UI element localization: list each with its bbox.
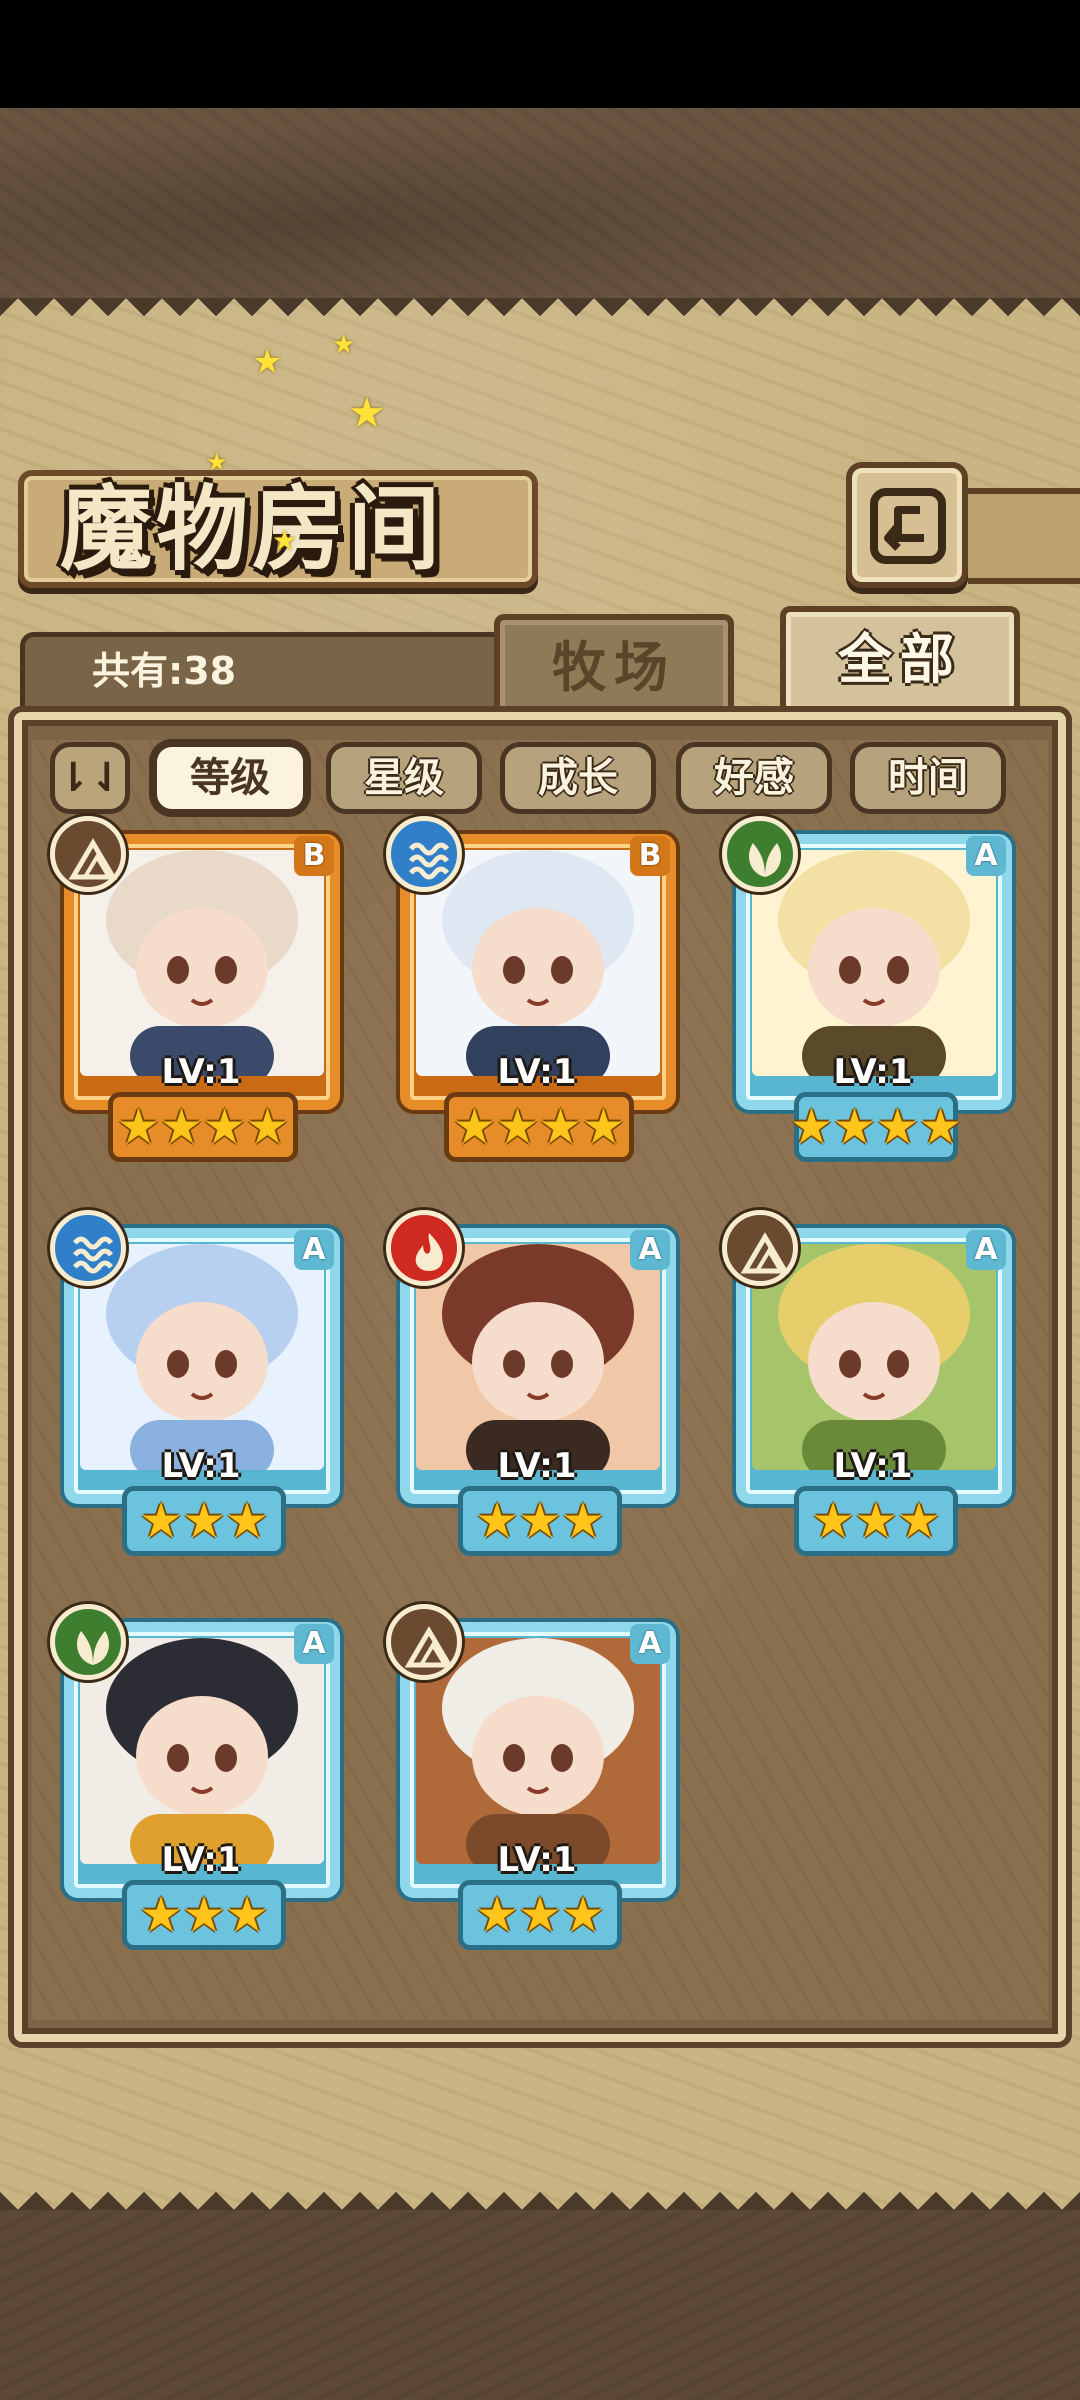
earth-element-icon [386, 1604, 462, 1680]
star-icon: ★ [832, 1099, 876, 1155]
star-icon: ★ [225, 1493, 269, 1549]
rank-badge: B [630, 836, 670, 876]
star-rating: ★ ★ ★ [458, 1880, 622, 1950]
star-rating: ★ ★ ★ [794, 1486, 958, 1556]
star-rating: ★ ★ ★ ★ [108, 1092, 298, 1162]
earth-element-icon [50, 816, 126, 892]
star-icon: ★ [811, 1493, 855, 1549]
sparkle-star-icon: ★ [332, 330, 356, 360]
rank-badge: A [294, 1230, 334, 1270]
status-bar [0, 0, 1080, 108]
star-icon: ★ [561, 1887, 605, 1943]
star-icon: ★ [475, 1887, 519, 1943]
star-icon: ★ [203, 1099, 247, 1155]
star-icon: ★ [495, 1099, 539, 1155]
wood-element-icon [50, 1604, 126, 1680]
rank-badge: A [630, 1230, 670, 1270]
sparkle-star-icon: ★ [206, 448, 228, 476]
monster-count: 共有:38 [92, 649, 237, 693]
star-icon: ★ [182, 1493, 226, 1549]
star-icon: ★ [475, 1493, 519, 1549]
star-icon: ★ [518, 1887, 562, 1943]
sort-order-toggle[interactable]: ⇂⇃ [50, 742, 130, 814]
star-rating: ★ ★ ★ [122, 1486, 286, 1556]
star-icon: ★ [518, 1493, 562, 1549]
sparkle-star-icon: ★ [348, 388, 386, 437]
water-element-icon [386, 816, 462, 892]
star-icon: ★ [897, 1493, 941, 1549]
rank-badge: A [630, 1624, 670, 1664]
sort-order-icon: ⇂⇃ [56, 755, 124, 801]
star-icon: ★ [539, 1099, 583, 1155]
star-icon: ★ [159, 1099, 203, 1155]
monster-card[interactable]: A LV:1 ★ ★ ★ [386, 1604, 688, 1970]
star-rating: ★ ★ ★ [458, 1486, 622, 1556]
monster-card[interactable]: A LV:1 ★ ★ ★ [50, 1604, 352, 1970]
star-icon: ★ [139, 1493, 183, 1549]
fire-element-icon [386, 1210, 462, 1286]
star-icon: ★ [452, 1099, 496, 1155]
map-background-bottom [0, 2210, 1080, 2400]
sort-by-affection-button[interactable]: 好感 [676, 742, 832, 814]
rank-badge: B [294, 836, 334, 876]
water-element-icon [50, 1210, 126, 1286]
star-icon: ★ [919, 1099, 963, 1155]
star-icon: ★ [139, 1887, 183, 1943]
map-background-top [0, 108, 1080, 298]
earth-element-icon [722, 1210, 798, 1286]
star-icon: ★ [789, 1099, 833, 1155]
monster-level: LV:1 [497, 1052, 577, 1092]
star-rating: ★ ★ ★ ★ [790, 1092, 962, 1162]
back-arrow-icon [870, 488, 946, 564]
torn-edge-bottom [0, 2174, 1080, 2210]
monster-card[interactable]: A LV:1 ★ ★ ★ [50, 1210, 352, 1576]
monster-level: LV:1 [833, 1052, 913, 1092]
rank-badge: A [294, 1624, 334, 1664]
sparkle-star-icon: ★ [252, 342, 283, 382]
monster-card[interactable]: A LV:1 ★ ★ ★ [386, 1210, 688, 1576]
star-icon: ★ [182, 1887, 226, 1943]
star-icon: ★ [116, 1099, 160, 1155]
back-button-rail [968, 488, 1080, 584]
tab-all[interactable]: 全部 [780, 606, 1020, 728]
star-icon: ★ [582, 1099, 626, 1155]
torn-edge-top [0, 298, 1080, 334]
monster-level: LV:1 [161, 1446, 241, 1486]
monster-level: LV:1 [497, 1446, 577, 1486]
star-rating: ★ ★ ★ ★ [444, 1092, 634, 1162]
sparkle-star-icon: ★ [272, 524, 298, 557]
monster-level: LV:1 [161, 1840, 241, 1880]
monster-card[interactable]: B LV:1 ★ ★ ★ ★ [50, 816, 352, 1182]
star-icon: ★ [246, 1099, 290, 1155]
wood-element-icon [722, 816, 798, 892]
sort-by-stars-button[interactable]: 星级 [326, 742, 482, 814]
rank-badge: A [966, 1230, 1006, 1270]
sort-by-level-button[interactable]: 等级 [152, 742, 308, 814]
star-rating: ★ ★ ★ [122, 1880, 286, 1950]
back-button[interactable] [846, 462, 968, 588]
star-icon: ★ [561, 1493, 605, 1549]
star-icon: ★ [225, 1887, 269, 1943]
monster-level: LV:1 [497, 1840, 577, 1880]
monster-card[interactable]: A LV:1 ★ ★ ★ ★ [722, 816, 1024, 1182]
sort-by-growth-button[interactable]: 成长 [500, 742, 656, 814]
star-icon: ★ [876, 1099, 920, 1155]
star-icon: ★ [854, 1493, 898, 1549]
monster-level: LV:1 [161, 1052, 241, 1092]
monster-card[interactable]: B LV:1 ★ ★ ★ ★ [386, 816, 688, 1182]
monster-card[interactable]: A LV:1 ★ ★ ★ [722, 1210, 1024, 1576]
sort-by-time-button[interactable]: 时间 [850, 742, 1006, 814]
monster-level: LV:1 [833, 1446, 913, 1486]
rank-badge: A [966, 836, 1006, 876]
tab-farm[interactable]: 牧场 [494, 614, 734, 724]
